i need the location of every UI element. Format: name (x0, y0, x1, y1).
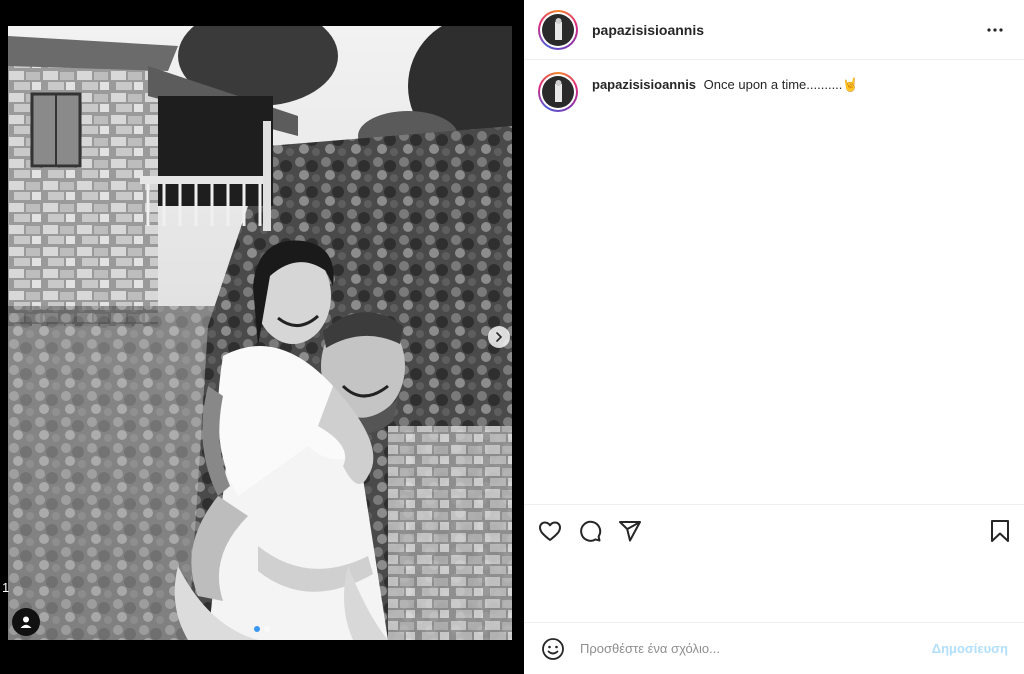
carousel-dot (264, 626, 270, 632)
header-username[interactable]: papazisisioannis (592, 22, 980, 38)
carousel-dot-active (254, 626, 260, 632)
heart-icon (539, 521, 561, 541)
emoji-button[interactable] (540, 636, 566, 662)
avatar-image (542, 13, 574, 46)
carousel-next-button[interactable] (488, 326, 510, 348)
caption-avatar[interactable] (538, 72, 578, 112)
carousel-indicator (254, 626, 270, 632)
caption-body: Once upon a time.......... (703, 77, 843, 92)
more-options-button[interactable] (980, 15, 1010, 45)
photo-illustration (8, 26, 512, 640)
caption-text: papazisisioannis Once upon a time.......… (592, 76, 859, 94)
bookmark-icon (991, 519, 1009, 542)
post-info-pane: papazisisioannis papazisisioannis Once u… (524, 0, 1024, 674)
comment-bar: Δημοσίευση (524, 622, 1024, 674)
comment-button[interactable] (578, 511, 618, 551)
post-comment-button[interactable]: Δημοσίευση (932, 641, 1008, 656)
paper-plane-icon (619, 520, 641, 541)
chevron-right-icon (496, 332, 503, 342)
post-photo[interactable] (8, 26, 512, 640)
caption-emoji: 🤘 (842, 77, 859, 92)
caption-username[interactable]: papazisisioannis (592, 77, 696, 92)
like-button[interactable] (538, 511, 578, 551)
media-side-number: 1 (2, 580, 10, 595)
save-button[interactable] (970, 511, 1010, 551)
comment-bubble-icon (580, 520, 602, 542)
action-bar (524, 504, 1024, 556)
more-options-icon (987, 27, 1003, 32)
smiley-icon (542, 637, 564, 660)
post-header: papazisisioannis (524, 0, 1024, 60)
caption-area: papazisisioannis Once upon a time.......… (524, 60, 1024, 504)
user-icon (20, 616, 32, 628)
comment-input[interactable] (580, 641, 932, 656)
avatar-image (542, 76, 574, 108)
avatar[interactable] (538, 9, 578, 50)
caption-row: papazisisioannis Once upon a time.......… (538, 72, 1010, 112)
tagged-users-button[interactable] (12, 608, 40, 636)
media-pane: 1 (0, 0, 524, 674)
share-button[interactable] (618, 511, 658, 551)
